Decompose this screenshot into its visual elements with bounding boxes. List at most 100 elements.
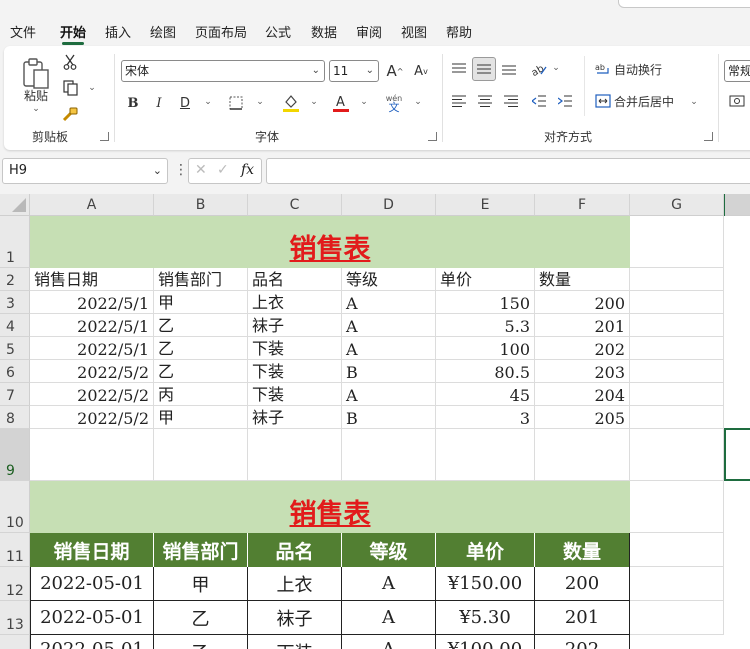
empty-cell[interactable] bbox=[630, 601, 724, 635]
cancel-icon[interactable]: ✕ bbox=[195, 162, 207, 178]
table2-cell[interactable]: ¥150.00 bbox=[436, 567, 535, 601]
currency-format-icon[interactable] bbox=[726, 92, 748, 110]
empty-cell[interactable] bbox=[630, 533, 724, 567]
number-format-select[interactable]: 常规 bbox=[724, 60, 750, 82]
table1-cell[interactable]: 甲 bbox=[154, 291, 248, 314]
table1-cell[interactable]: A bbox=[342, 337, 436, 360]
tab-review[interactable]: 审阅 bbox=[356, 22, 382, 41]
table1-cell[interactable]: 2022/5/2 bbox=[30, 360, 154, 383]
table1-cell[interactable]: 下装 bbox=[248, 337, 342, 360]
table1-cell[interactable]: A bbox=[342, 291, 436, 314]
font-launcher-icon[interactable] bbox=[428, 132, 437, 141]
merge-dropdown-icon[interactable]: ⌄ bbox=[688, 96, 700, 108]
table1-header-qty[interactable]: 数量 bbox=[535, 268, 630, 291]
table1-cell[interactable]: 204 bbox=[535, 383, 630, 406]
row-header-3[interactable]: 3 bbox=[0, 291, 30, 314]
table1-cell[interactable]: 80.5 bbox=[436, 360, 535, 383]
table1-cell[interactable]: B bbox=[342, 406, 436, 429]
orientation-dropdown-icon[interactable]: ⌄ bbox=[550, 62, 562, 74]
table1-header-product[interactable]: 品名 bbox=[248, 268, 342, 291]
table1-cell[interactable]: 上衣 bbox=[248, 291, 342, 314]
decrease-font-icon[interactable]: Av bbox=[410, 60, 432, 82]
table2-cell[interactable]: ¥5.30 bbox=[436, 601, 535, 635]
alignment-launcher-icon[interactable] bbox=[704, 132, 713, 141]
row-header-9[interactable]: 9 bbox=[0, 429, 30, 481]
empty-cell[interactable] bbox=[630, 406, 724, 429]
empty-cell[interactable] bbox=[630, 383, 724, 406]
table2-cell[interactable]: 乙 bbox=[154, 635, 248, 649]
empty-cell[interactable] bbox=[630, 314, 724, 337]
tab-data[interactable]: 数据 bbox=[311, 22, 337, 41]
empty-cell[interactable] bbox=[630, 360, 724, 383]
table1-cell[interactable]: 45 bbox=[436, 383, 535, 406]
row-header-2[interactable]: 2 bbox=[0, 268, 30, 291]
align-bottom-icon[interactable] bbox=[498, 58, 520, 80]
formula-input[interactable] bbox=[266, 158, 750, 184]
table2-cell[interactable]: 200 bbox=[535, 567, 630, 601]
table1-cell[interactable]: 202 bbox=[535, 337, 630, 360]
table1-cell[interactable]: 袜子 bbox=[248, 314, 342, 337]
phonetic-dropdown-icon[interactable]: ⌄ bbox=[412, 96, 424, 108]
table1-cell[interactable]: 3 bbox=[436, 406, 535, 429]
italic-icon[interactable]: I bbox=[150, 92, 168, 114]
empty-cell[interactable] bbox=[630, 567, 724, 601]
table1-cell[interactable]: 乙 bbox=[154, 337, 248, 360]
col-header-A[interactable]: A bbox=[30, 194, 154, 216]
tab-insert[interactable]: 插入 bbox=[105, 22, 131, 41]
copy-dropdown-icon[interactable]: ⌄ bbox=[86, 82, 98, 94]
window-top-control[interactable] bbox=[618, 0, 750, 8]
table2-header-product[interactable]: 品名 bbox=[248, 533, 342, 567]
selected-cell-H9[interactable] bbox=[724, 428, 750, 481]
phonetic-guide-icon[interactable]: wén 文 bbox=[382, 90, 406, 116]
row-header-13[interactable]: 13 bbox=[0, 601, 30, 635]
tab-page-layout[interactable]: 页面布局 bbox=[195, 22, 247, 41]
enter-icon[interactable]: ✓ bbox=[217, 162, 229, 178]
table2-cell[interactable]: 202 bbox=[535, 635, 630, 649]
tab-home[interactable]: 开始 bbox=[60, 22, 86, 45]
table2-cell[interactable]: 2022-05-01 bbox=[30, 567, 154, 601]
table1-cell[interactable]: 2022/5/1 bbox=[30, 291, 154, 314]
table1-cell[interactable]: A bbox=[342, 383, 436, 406]
table2-cell[interactable]: 下装 bbox=[248, 635, 342, 649]
table2-cell[interactable]: 201 bbox=[535, 601, 630, 635]
col-header-C[interactable]: C bbox=[248, 194, 342, 216]
empty-cell[interactable] bbox=[630, 216, 724, 268]
empty-cell[interactable] bbox=[436, 429, 535, 481]
tab-formulas[interactable]: 公式 bbox=[265, 22, 291, 41]
table2-cell[interactable]: 上衣 bbox=[248, 567, 342, 601]
row-header-12[interactable]: 12 bbox=[0, 567, 30, 601]
table1-cell[interactable]: B bbox=[342, 360, 436, 383]
empty-cell[interactable] bbox=[342, 429, 436, 481]
border-dropdown-icon[interactable]: ⌄ bbox=[254, 96, 266, 108]
table2-header-dept[interactable]: 销售部门 bbox=[154, 533, 248, 567]
empty-cell[interactable] bbox=[630, 337, 724, 360]
table2-title[interactable]: 销售表 bbox=[30, 481, 630, 533]
tab-draw[interactable]: 绘图 bbox=[150, 22, 176, 41]
row-header-14[interactable] bbox=[0, 635, 30, 649]
fill-color-icon[interactable] bbox=[280, 90, 302, 116]
table1-cell[interactable]: 下装 bbox=[248, 360, 342, 383]
orientation-icon[interactable]: ab bbox=[528, 58, 550, 80]
paste-dropdown-icon[interactable]: ⌄ bbox=[28, 104, 44, 114]
merge-center-icon[interactable] bbox=[594, 92, 612, 110]
insert-function-icon[interactable]: fx bbox=[241, 162, 254, 178]
align-left-icon[interactable] bbox=[448, 90, 470, 112]
col-header-E[interactable]: E bbox=[436, 194, 535, 216]
fill-color-dropdown-icon[interactable]: ⌄ bbox=[308, 96, 320, 108]
empty-cell[interactable] bbox=[630, 268, 724, 291]
table1-cell[interactable]: 201 bbox=[535, 314, 630, 337]
cut-icon[interactable] bbox=[60, 52, 80, 72]
col-header-B[interactable]: B bbox=[154, 194, 248, 216]
border-icon[interactable] bbox=[226, 92, 246, 114]
table1-cell[interactable]: 2022/5/2 bbox=[30, 383, 154, 406]
font-name-select[interactable]: 宋体 ⌄ bbox=[121, 60, 325, 82]
table1-cell[interactable]: 150 bbox=[436, 291, 535, 314]
table1-cell[interactable]: 袜子 bbox=[248, 406, 342, 429]
table1-cell[interactable]: 2022/5/1 bbox=[30, 337, 154, 360]
row-header-8[interactable]: 8 bbox=[0, 406, 30, 429]
table1-cell[interactable]: 205 bbox=[535, 406, 630, 429]
table2-cell[interactable]: A bbox=[342, 567, 436, 601]
paste-button[interactable]: 粘贴 bbox=[16, 86, 56, 104]
align-center-icon[interactable] bbox=[474, 90, 496, 112]
copy-icon[interactable] bbox=[60, 78, 80, 98]
